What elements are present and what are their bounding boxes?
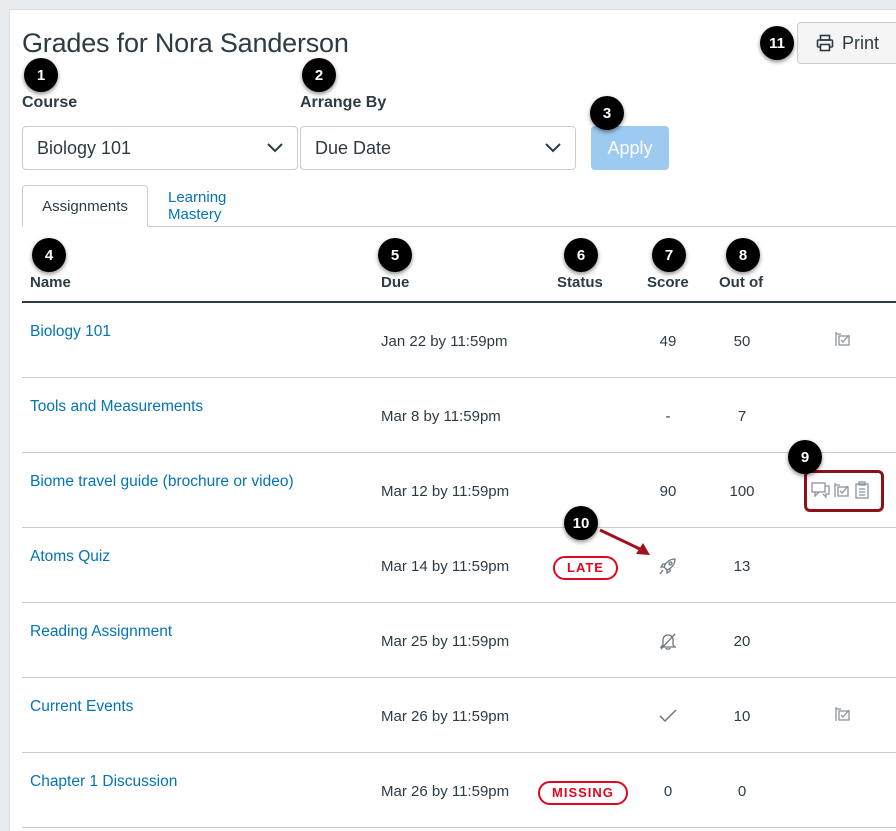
out-of-value: 50 xyxy=(733,333,751,350)
apply-button[interactable]: Apply xyxy=(591,126,669,170)
out-of-value: 13 xyxy=(733,558,751,575)
callout-badge-6: 6 xyxy=(564,238,598,272)
out-of-value: 100 xyxy=(729,483,755,500)
column-header-name[interactable]: Name xyxy=(30,274,71,291)
arrange-by-select-value: Due Date xyxy=(315,137,392,158)
tab-assignments[interactable]: Assignments xyxy=(22,185,148,227)
callout-badge-4: 4 xyxy=(32,238,66,272)
due-date: Mar 12 by 11:59pm xyxy=(381,483,510,500)
row-icons xyxy=(834,705,852,723)
score-value: 0 xyxy=(663,783,673,800)
column-header-due[interactable]: Due xyxy=(381,274,409,291)
missing-status-badge: MISSING xyxy=(538,781,628,805)
callout-badge-7: 7 xyxy=(652,238,686,272)
rubric-icon[interactable] xyxy=(834,330,852,348)
assignment-link[interactable]: Chapter 1 Discussion xyxy=(30,773,177,791)
chevron-down-icon xyxy=(267,143,283,153)
due-date: Mar 8 by 11:59pm xyxy=(381,408,501,425)
course-label: Course xyxy=(22,94,78,111)
row-icons xyxy=(834,330,852,348)
callout-arrow-icon xyxy=(599,528,650,555)
table-row: Chapter 1 Discussion Mar 26 by 11:59pm M… xyxy=(22,753,896,828)
table-row: Current Events Mar 26 by 11:59pm 10 xyxy=(22,678,896,753)
status-cell: MISSING xyxy=(538,781,628,805)
assignment-link[interactable]: Atoms Quiz xyxy=(30,548,110,566)
callout-badge-8: 8 xyxy=(726,238,760,272)
score-cell xyxy=(640,631,696,655)
callout-badge-11: 11 xyxy=(760,26,794,60)
checkmark-icon xyxy=(659,709,677,723)
assignment-link[interactable]: Tools and Measurements xyxy=(30,398,203,416)
table-row: Tools and Measurements Mar 8 by 11:59pm … xyxy=(22,378,896,453)
score-value: - xyxy=(665,408,671,425)
out-of-value: 20 xyxy=(733,633,751,650)
print-button-label: Print xyxy=(842,32,880,53)
score-value: 90 xyxy=(659,483,677,500)
printer-icon xyxy=(816,34,834,52)
out-of-value: 0 xyxy=(737,783,747,800)
assignment-link[interactable]: Biology 101 xyxy=(30,323,111,341)
column-header-status: Status xyxy=(557,274,603,291)
callout-badge-1: 1 xyxy=(24,58,58,92)
tabs-divider xyxy=(22,226,896,227)
table-row: Biome travel guide (brochure or video) M… xyxy=(22,453,896,528)
icons-highlight-box xyxy=(804,470,884,512)
tab-learning-mastery[interactable]: Learning Mastery xyxy=(168,185,226,227)
status-cell: LATE xyxy=(553,556,618,580)
score-value: 49 xyxy=(659,333,677,350)
out-of-value: 10 xyxy=(733,708,751,725)
table-row: Reading Assignment Mar 25 by 11:59pm 20 xyxy=(22,603,896,678)
score-cell xyxy=(640,708,696,728)
column-header-score: Score xyxy=(647,274,689,291)
score-cell xyxy=(640,556,696,580)
table-row: Atoms Quiz Mar 14 by 11:59pm LATE 13 xyxy=(22,528,896,603)
arrange-by-label: Arrange By xyxy=(300,94,387,111)
assignment-link[interactable]: Biome travel guide (brochure or video) xyxy=(30,473,294,491)
late-status-badge: LATE xyxy=(553,556,618,580)
arrange-by-select[interactable]: Due Date xyxy=(300,126,576,170)
assignment-link[interactable]: Current Events xyxy=(30,698,133,716)
due-date: Mar 25 by 11:59pm xyxy=(381,633,510,650)
assignment-link[interactable]: Reading Assignment xyxy=(30,623,172,641)
course-select[interactable]: Biology 101 xyxy=(22,126,298,170)
rubric-icon[interactable] xyxy=(834,705,852,723)
print-button[interactable]: Print xyxy=(797,22,896,64)
table-row: Biology 101 Jan 22 by 11:59pm 49 50 xyxy=(22,303,896,378)
page-title: Grades for Nora Sanderson xyxy=(22,28,349,58)
due-date: Mar 26 by 11:59pm xyxy=(381,708,510,725)
callout-badge-3: 3 xyxy=(590,96,624,130)
out-of-value: 7 xyxy=(737,408,747,425)
due-date: Jan 22 by 11:59pm xyxy=(381,333,508,350)
column-header-out-of: Out of xyxy=(719,274,764,291)
due-date: Mar 14 by 11:59pm xyxy=(381,558,510,575)
course-select-value: Biology 101 xyxy=(37,137,132,158)
callout-badge-9: 9 xyxy=(788,440,822,474)
callout-badge-2: 2 xyxy=(302,58,336,92)
due-date: Mar 26 by 11:59pm xyxy=(381,783,510,800)
chevron-down-icon xyxy=(545,143,561,153)
callout-badge-5: 5 xyxy=(378,238,412,272)
muted-bell-icon xyxy=(659,633,677,650)
rocket-icon xyxy=(659,558,676,575)
callout-badge-10: 10 xyxy=(564,506,598,540)
